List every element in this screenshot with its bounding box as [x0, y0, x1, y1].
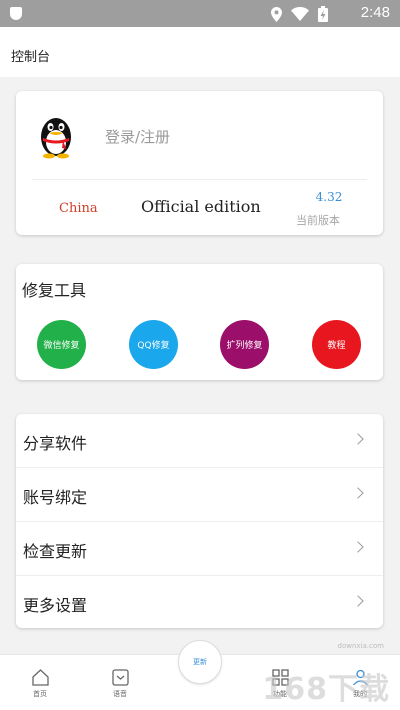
login-row[interactable]: 登录/注册 [16, 91, 383, 179]
tutorial-button[interactable]: 教程 [312, 320, 361, 369]
page-title: 控制台 [11, 50, 51, 65]
region-label: China [59, 201, 98, 216]
version-number: 4.32 [315, 190, 343, 204]
menu-item-more-settings[interactable]: 更多设置 [16, 576, 383, 630]
voice-icon [111, 669, 129, 686]
chevron-right-icon [352, 487, 364, 499]
friend-list-repair-button[interactable]: 扩列修复 [220, 320, 269, 369]
login-register-link[interactable]: 登录/注册 [105, 126, 170, 147]
section-title: 修复工具 [22, 281, 87, 300]
chevron-right-icon [352, 433, 364, 445]
menu-item-label: 账号绑定 [23, 488, 88, 507]
status-bar: 2:48 [0, 0, 400, 27]
wifi-icon [291, 7, 309, 21]
nav-item-voice[interactable]: 语音 [95, 669, 145, 699]
chevron-right-icon [352, 541, 364, 553]
nav-item-label: 首页 [33, 690, 47, 698]
account-card: 登录/注册 China Official edition 4.32 当前版本 [16, 91, 383, 235]
menu-item-check-update[interactable]: 检查更新 [16, 522, 383, 576]
qq-repair-button[interactable]: QQ修复 [129, 320, 178, 369]
status-icons [271, 6, 328, 22]
wechat-repair-button[interactable]: 微信修复 [37, 320, 86, 369]
watermark-logo: 168下载 [262, 672, 390, 707]
home-icon [31, 669, 49, 686]
menu-item-label: 分享软件 [23, 434, 88, 453]
location-icon [271, 6, 282, 22]
battery-icon [318, 6, 328, 22]
status-time: 2:48 [360, 4, 390, 21]
chevron-right-icon [352, 595, 364, 607]
shield-icon [10, 7, 22, 20]
repair-tools-card: 修复工具 微信修复 QQ修复 扩列修复 教程 [16, 264, 383, 380]
menu-item-label: 检查更新 [23, 542, 88, 561]
settings-menu-card: 分享软件 账号绑定 检查更新 更多设置 [16, 414, 383, 628]
menu-item-label: 更多设置 [23, 596, 88, 615]
update-fab-button[interactable]: 更新 [178, 640, 222, 684]
watermark-url: downxia.com [337, 642, 384, 650]
version-caption: 当前版本 [296, 214, 340, 227]
edition-label: Official edition [141, 197, 261, 216]
menu-item-account-binding[interactable]: 账号绑定 [16, 468, 383, 522]
app-bar: 控制台 [0, 27, 400, 77]
divider [32, 179, 367, 180]
menu-item-share[interactable]: 分享软件 [16, 414, 383, 468]
nav-item-home[interactable]: 首页 [15, 669, 65, 699]
qq-penguin-icon [41, 118, 71, 159]
nav-item-label: 语音 [113, 690, 127, 698]
